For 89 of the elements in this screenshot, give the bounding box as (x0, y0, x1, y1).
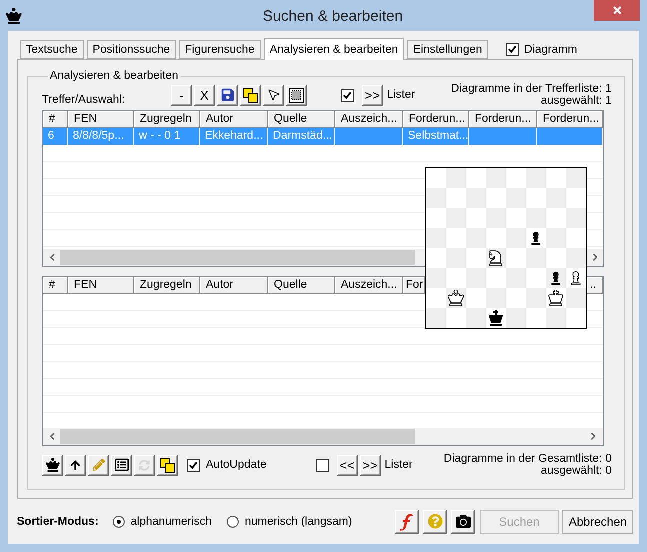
close-button[interactable] (594, 0, 640, 21)
chess-king-icon (488, 310, 504, 326)
chess-queen-icon (448, 290, 464, 306)
lister-button[interactable]: << (336, 454, 358, 476)
column-header[interactable]: Auszeich... (335, 111, 403, 128)
crown-icon (6, 8, 22, 24)
pencil-button[interactable] (88, 454, 109, 476)
window-title: Suchen & bearbeiten (262, 7, 404, 25)
radio-label: alphanumerisch (130, 516, 212, 528)
table-cell: w - - 0 1 (134, 128, 200, 145)
up-button[interactable] (65, 454, 86, 476)
column-header[interactable]: Autor (200, 111, 268, 128)
column-header[interactable]: FEN (68, 277, 134, 294)
lister-button[interactable]: >> (362, 84, 384, 106)
column-header[interactable]: Forderun... (403, 111, 469, 128)
crown-button[interactable] (42, 454, 63, 476)
flash-icon (399, 512, 415, 530)
column-header[interactable]: Autor (200, 277, 268, 294)
chess-pawn-icon (569, 271, 583, 285)
frame-button[interactable] (286, 84, 308, 106)
tab[interactable]: Analysieren & bearbeiten (264, 38, 404, 60)
table-cell: Darmstäd... (268, 128, 335, 145)
column-header[interactable]: For (403, 277, 425, 294)
tab[interactable]: Figurensuche (179, 40, 261, 59)
column-header[interactable]: .. (587, 277, 603, 294)
frame-icon (289, 88, 304, 102)
column-header[interactable]: Quelle (268, 111, 335, 128)
chess-king-icon (548, 290, 564, 306)
tab[interactable]: Textsuche (20, 40, 84, 59)
total-count: Diagramme in der Gesamtliste: 0 (444, 453, 612, 465)
sort-mode-label: Sortier-Modus: (17, 516, 99, 528)
form-button[interactable] (111, 454, 132, 476)
column-header[interactable]: Zugregeln (134, 277, 200, 294)
help-icon (428, 514, 442, 529)
stacked-files-icon (243, 88, 258, 102)
flash-button[interactable] (395, 510, 419, 534)
camera-icon (456, 514, 470, 529)
table-cell: 8/8/8/5p... (68, 128, 134, 145)
chess-pawn-icon (549, 271, 563, 285)
camera-button[interactable] (451, 510, 475, 534)
tab[interactable]: Positionssuche (86, 40, 176, 59)
checkbox[interactable] (506, 43, 520, 56)
chess-knight-icon (488, 250, 504, 266)
toolbar-button[interactable]: X (194, 84, 216, 106)
refresh-icon (139, 460, 150, 470)
column-header[interactable]: Zugregeln (134, 111, 200, 128)
cancel-button[interactable]: Abbrechen (562, 510, 633, 534)
help-button[interactable] (423, 510, 447, 534)
table-cell: Selbstmat... (403, 128, 469, 145)
column-header[interactable]: # (43, 111, 68, 128)
selected-count: ausgewählt: 1 (541, 95, 612, 107)
checkbox[interactable] (316, 458, 329, 472)
tab[interactable]: Einstellungen (407, 40, 488, 59)
selected-count: ausgewählt: 0 (541, 465, 612, 477)
radio-label: numerisch (langsam) (244, 516, 352, 528)
chess-pawn-icon (529, 231, 543, 245)
checkbox[interactable] (341, 88, 354, 102)
pencil-icon (92, 459, 104, 471)
copy-button[interactable] (240, 84, 262, 106)
toolbar-button[interactable]: - (171, 84, 192, 106)
pointer-icon (266, 88, 281, 102)
column-header[interactable]: # (43, 277, 68, 294)
horizontal-scrollbar[interactable] (43, 428, 603, 445)
table-cell: 6 (43, 128, 68, 145)
close-icon (612, 5, 622, 16)
save-button[interactable] (217, 84, 238, 106)
group-title: Analysieren & bearbeiten (49, 70, 180, 82)
lister-label: Lister (384, 459, 413, 471)
radio-button[interactable] (112, 516, 125, 528)
column-header[interactable]: FEN (68, 111, 134, 128)
stacked-files-icon (160, 458, 175, 472)
form-icon (114, 458, 128, 472)
hit-count: Diagramme in der Trefferliste: 1 (451, 83, 612, 95)
pointer-button[interactable] (263, 84, 284, 106)
lister-label: Lister (387, 89, 416, 101)
radio-button[interactable] (226, 516, 239, 528)
table-cell: Ekkehard... (200, 128, 268, 145)
crown-icon (46, 458, 60, 472)
hits-label: Treffer/Auswahl: (42, 94, 126, 106)
lister-button[interactable]: >> (360, 454, 381, 476)
copy-button[interactable] (157, 454, 178, 476)
column-header[interactable]: Auszeich... (335, 277, 403, 294)
checkbox-label: Diagramm (524, 44, 578, 56)
column-header[interactable]: Quelle (268, 277, 335, 294)
arrow-up-icon (70, 460, 81, 470)
checkbox[interactable] (187, 458, 200, 472)
checkbox-label: AutoUpdate (206, 459, 267, 471)
column-header[interactable]: Forderun... (537, 111, 603, 128)
column-header[interactable]: Forderun... (469, 111, 537, 128)
